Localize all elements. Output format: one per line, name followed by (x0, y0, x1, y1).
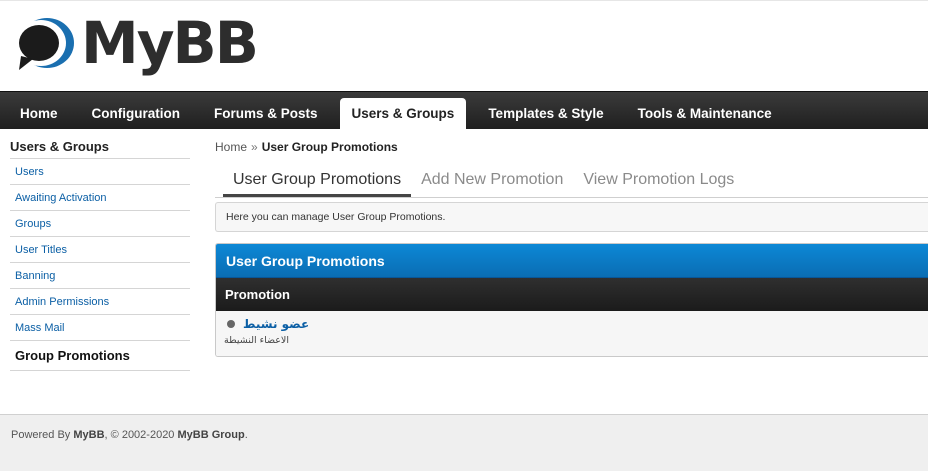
table-row: عضو نشيط الاعضاء النشيطة (216, 311, 928, 356)
footer-text: Powered By MyBB, © 2002-2020 MyBB Group. (11, 429, 248, 441)
breadcrumb-separator: » (251, 140, 258, 154)
promotion-line: عضو نشيط (224, 317, 920, 331)
sidebar-item-admin-permissions[interactable]: Admin Permissions (10, 289, 190, 315)
footer-group-link[interactable]: MyBB Group (178, 429, 245, 441)
subtabs-divider (215, 197, 928, 198)
mybb-logo[interactable]: MyBB (15, 9, 259, 77)
sidebar-item-banning[interactable]: Banning (10, 263, 190, 289)
tab-view-promotion-logs[interactable]: View Promotion Logs (573, 171, 744, 197)
breadcrumb: Home » User Group Promotions (215, 137, 928, 157)
promotions-table: User Group Promotions Promotion عضو نشيط… (215, 243, 928, 357)
sidebar-item-mass-mail[interactable]: Mass Mail (10, 315, 190, 341)
sidebar: Users & Groups Users Awaiting Activation… (10, 137, 190, 371)
brand-name: MyBB (81, 9, 259, 77)
sidebar-item-awaiting-activation[interactable]: Awaiting Activation (10, 185, 190, 211)
nav-tab-forums-posts[interactable]: Forums & Posts (202, 97, 330, 129)
breadcrumb-current: User Group Promotions (261, 140, 398, 154)
status-dot-icon (227, 320, 235, 328)
nav-tab-users-groups[interactable]: Users & Groups (339, 98, 467, 129)
subtabs: User Group Promotions Add New Promotion … (215, 167, 928, 197)
top-navigation: Home Configuration Forums & Posts Users … (0, 91, 928, 129)
promotion-description: الاعضاء النشيطة (224, 335, 289, 346)
table-title: User Group Promotions (216, 244, 928, 278)
nav-tab-configuration[interactable]: Configuration (80, 97, 192, 129)
footer-suffix: . (244, 429, 248, 441)
info-notice: Here you can manage User Group Promotion… (215, 202, 928, 232)
footer-copyright: , © 2002-2020 (104, 429, 175, 441)
header: MyBB (0, 0, 928, 91)
sidebar-item-group-promotions[interactable]: Group Promotions (10, 341, 190, 371)
nav-tab-templates-style[interactable]: Templates & Style (476, 97, 615, 129)
sidebar-item-users[interactable]: Users (10, 159, 190, 185)
main-content: Home » User Group Promotions User Group … (215, 137, 928, 357)
footer: Powered By MyBB, © 2002-2020 MyBB Group. (0, 414, 928, 471)
tab-add-new-promotion[interactable]: Add New Promotion (411, 171, 573, 197)
tab-user-group-promotions[interactable]: User Group Promotions (223, 171, 412, 197)
promotion-name-link[interactable]: عضو نشيط (243, 317, 309, 331)
sidebar-item-user-titles[interactable]: User Titles (10, 237, 190, 263)
column-header-promotion: Promotion (216, 278, 928, 311)
nav-tab-tools-maintenance[interactable]: Tools & Maintenance (626, 97, 784, 129)
footer-brand-link[interactable]: MyBB (73, 429, 104, 441)
nav-tab-home[interactable]: Home (8, 97, 70, 129)
sidebar-title: Users & Groups (10, 137, 190, 159)
breadcrumb-home-link[interactable]: Home (215, 140, 247, 154)
speech-bubble-icon (16, 18, 74, 70)
sidebar-item-groups[interactable]: Groups (10, 211, 190, 237)
footer-prefix: Powered By (11, 429, 71, 441)
